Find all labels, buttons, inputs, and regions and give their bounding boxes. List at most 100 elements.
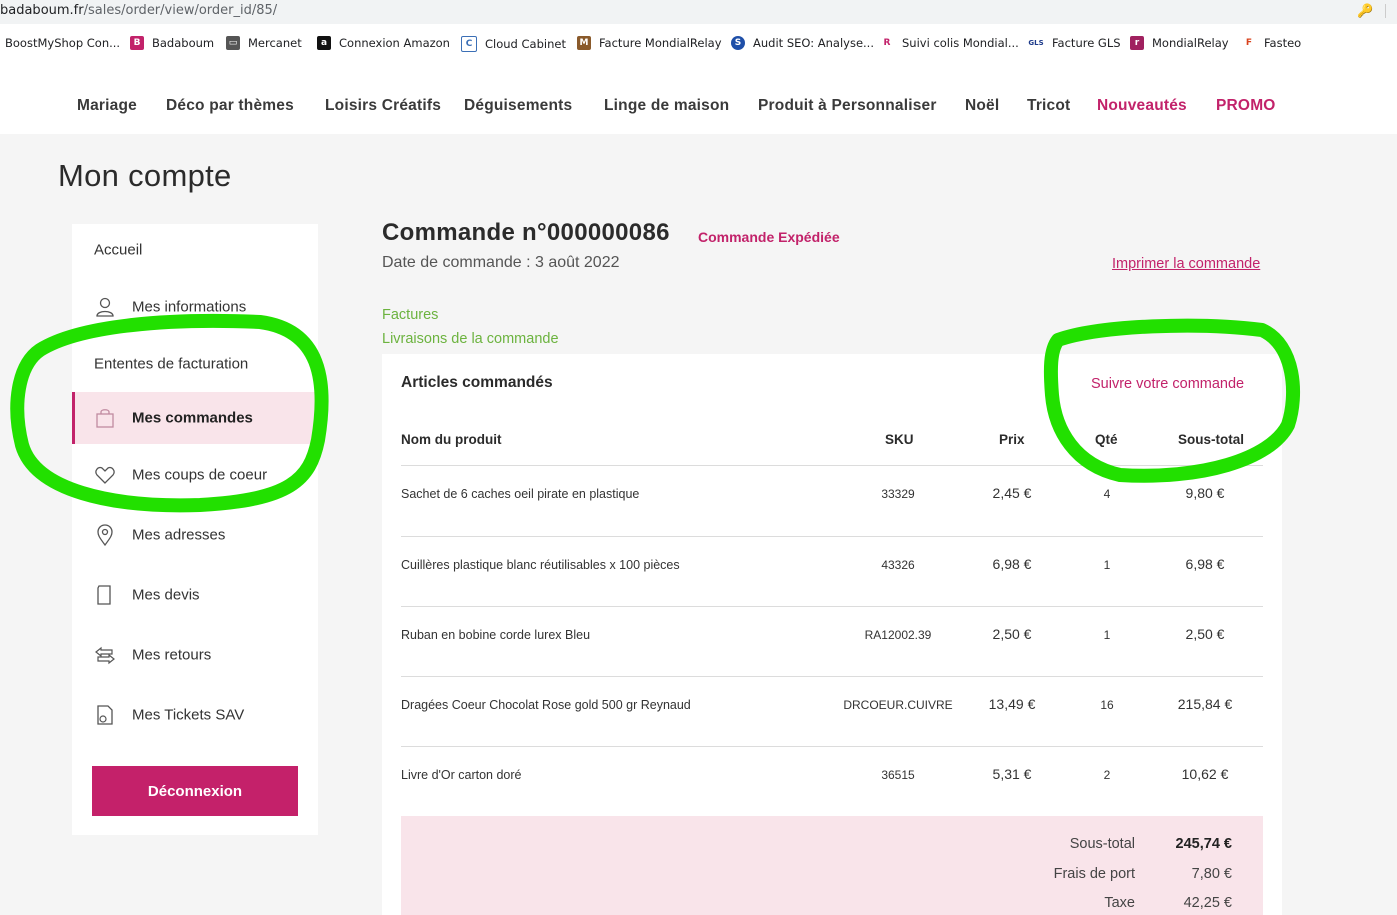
sidebar-item-ententes[interactable]: Ententes de facturation [72,338,318,390]
nav-item-linge[interactable]: Linge de maison [604,97,729,115]
browser-url-bar[interactable]: badaboum.fr/sales/order/view/order_id/85… [0,0,1397,24]
sidebar-item-label: Mes Tickets SAV [132,706,245,724]
column-header-qty: Qté [1095,432,1118,447]
table-row: Sachet de 6 caches oeil pirate en plasti… [401,465,1263,536]
pin-icon [97,524,113,546]
product-subtotal: 2,50 € [1185,626,1225,642]
sidebar-item-informations[interactable]: Mes informations [72,281,318,333]
sidebar-item-devis[interactable]: Mes devis [72,569,318,621]
product-sku: 43326 [881,558,915,572]
sidebar-item-label: Mes commandes [132,409,253,427]
bookmark-suivi-colis[interactable]: R Suivi colis Mondial... [880,36,1019,50]
sidebar-item-commandes[interactable]: Mes commandes [72,392,321,444]
product-price: 5,31 € [992,766,1032,782]
print-order-link[interactable]: Imprimer la commande [1112,256,1260,272]
sidebar-item-label: Mes informations [132,298,247,316]
mondialrelay-app-icon: r [1130,36,1144,50]
shipments-link[interactable]: Livraisons de la commande [382,331,559,347]
browser-edge-icon [1385,4,1397,18]
nav-item-loisirs[interactable]: Loisirs Créatifs [325,97,441,115]
fasteo-icon: F [1242,36,1256,50]
nav-item-tricot[interactable]: Tricot [1027,97,1070,115]
product-qty: 2 [1103,768,1111,782]
nav-item-deguisements[interactable]: Déguisements [464,97,572,115]
subtotal-label: Sous-total [1069,836,1135,852]
url-text[interactable]: badaboum.fr/sales/order/view/order_id/85… [0,3,277,18]
card-icon: ▭ [226,36,240,50]
track-order-link[interactable]: Suivre votre commande [1091,376,1244,392]
nav-item-mariage[interactable]: Mariage [77,97,137,115]
bookmark-boostmyshop[interactable]: BoostMyShop Con... [5,36,120,50]
nav-item-deco[interactable]: Déco par thèmes [166,97,294,115]
cloud-cabinet-icon: C [461,36,477,52]
product-name: Livre d'Or carton doré [401,768,522,782]
bookmark-badaboum[interactable]: B Badaboum [130,36,214,50]
invoices-link[interactable]: Factures [382,307,438,323]
ordered-items-panel: Articles commandés Suivre votre commande… [382,354,1282,915]
table-row: Livre d'Or carton doré 36515 5,31 € 2 10… [401,746,1263,817]
document-icon [97,585,111,605]
product-price: 6,98 € [992,556,1032,572]
product-name: Cuillères plastique blanc réutilisables … [401,558,680,572]
tax-value: 42,25 € [1183,895,1232,911]
order-date: Date de commande : 3 août 2022 [382,254,620,271]
bookmark-audit-seo[interactable]: S Audit SEO: Analyse... [731,36,874,50]
key-icon[interactable]: 🔑 [1357,4,1373,19]
account-sidebar: Accueil Mes informations Ententes de fac… [72,224,321,835]
mondialrelay-icon: M [577,36,591,50]
ticket-icon [97,705,113,725]
main-navigation: Mariage Déco par thèmes Loisirs Créatifs… [0,62,1397,134]
product-price: 2,50 € [992,626,1032,642]
product-qty: 1 [1103,558,1111,572]
nav-item-noel[interactable]: Noël [965,97,999,115]
logout-button[interactable]: Déconnexion [92,766,298,816]
product-qty: 16 [1100,698,1114,712]
bookmark-mondialrelay[interactable]: r MondialRelay [1130,36,1229,50]
table-row: Dragées Coeur Chocolat Rose gold 500 gr … [401,676,1263,747]
column-header-price: Prix [999,432,1025,447]
product-name: Sachet de 6 caches oeil pirate en plasti… [401,487,640,501]
bookmark-cloud-cabinet[interactable]: C Cloud Cabinet [461,36,566,52]
sidebar-item-adresses[interactable]: Mes adresses [72,509,318,561]
product-qty: 4 [1103,487,1111,501]
table-row: Cuillères plastique blanc réutilisables … [401,536,1263,607]
nav-item-produit-personnaliser[interactable]: Produit à Personnaliser [758,97,937,115]
nav-item-promo[interactable]: PROMO [1216,97,1276,115]
sidebar-item-label: Mes devis [132,586,200,604]
return-icon [95,646,115,665]
product-price: 13,49 € [988,696,1036,712]
order-totals: Sous-total 245,74 € Frais de port 7,80 €… [401,816,1263,915]
sidebar-item-tickets-sav[interactable]: Mes Tickets SAV [72,689,318,741]
product-sku: 36515 [881,768,915,782]
product-name: Ruban en bobine corde lurex Bleu [401,628,591,642]
bookmark-facture-mondialrelay[interactable]: M Facture MondialRelay [577,36,722,50]
sidebar-item-coups-de-coeur[interactable]: Mes coups de coeur [72,449,318,501]
product-subtotal: 9,80 € [1185,485,1225,501]
sidebar-item-label: Mes retours [132,646,212,664]
subtotal-value: 245,74 € [1175,836,1232,852]
sidebar-item-accueil[interactable]: Accueil [72,224,318,276]
shipping-value: 7,80 € [1191,866,1232,882]
seo-icon: S [731,36,745,50]
product-price: 2,45 € [992,485,1032,501]
badaboum-icon: B [130,36,144,50]
column-header-subtotal: Sous-total [1178,432,1244,447]
shipping-label: Frais de port [1053,866,1135,882]
column-header-name: Nom du produit [401,432,502,447]
bookmark-amazon[interactable]: a Connexion Amazon [317,36,450,50]
sidebar-item-label: Mes coups de coeur [132,466,268,484]
sidebar-item-retours[interactable]: Mes retours [72,629,318,681]
column-header-sku: SKU [885,432,914,447]
bookmark-facture-gls[interactable]: GLS Facture GLS [1028,36,1121,50]
bookmark-fasteo[interactable]: F Fasteo [1242,36,1301,50]
heart-icon [95,466,115,484]
amazon-icon: a [317,36,331,50]
table-row: Ruban en bobine corde lurex Bleu RA12002… [401,606,1263,677]
bookmarks-bar: BoostMyShop Con... B Badaboum ▭ Mercanet a… [0,24,1397,63]
nav-item-nouveautes[interactable]: Nouveautés [1097,97,1187,115]
product-qty: 1 [1103,628,1111,642]
bookmark-mercanet[interactable]: ▭ Mercanet [226,36,302,50]
product-sku: RA12002.39 [864,628,932,642]
order-title: Commande n°000000086 [382,219,670,246]
tax-label: Taxe [1104,895,1135,911]
